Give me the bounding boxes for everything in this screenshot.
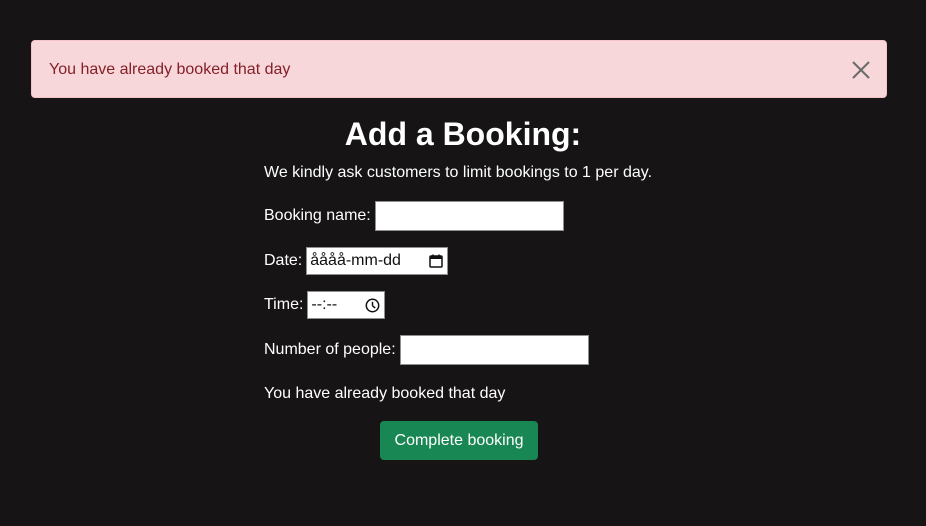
date-row: Date: åååå-mm-dd xyxy=(264,247,449,275)
booking-name-input[interactable] xyxy=(374,201,564,231)
people-row: Number of people: xyxy=(264,335,589,365)
booking-name-label: Booking name: xyxy=(264,207,371,224)
date-label: Date: xyxy=(264,252,303,269)
close-icon[interactable] xyxy=(850,59,872,81)
form-error-message: You have already booked that day xyxy=(264,385,506,402)
time-row: Time: --:-- xyxy=(264,291,386,319)
alert-message: You have already booked that day xyxy=(49,61,291,78)
error-alert: You have already booked that day xyxy=(31,40,887,98)
booking-notice: We kindly ask customers to limit booking… xyxy=(264,164,653,181)
people-label: Number of people: xyxy=(264,341,396,358)
time-input[interactable]: --:-- xyxy=(307,291,386,319)
booking-name-row: Booking name: xyxy=(264,201,564,231)
clock-icon[interactable] xyxy=(365,298,380,313)
complete-booking-button[interactable]: Complete booking xyxy=(380,421,538,460)
time-placeholder: --:-- xyxy=(311,296,338,313)
people-input[interactable] xyxy=(399,335,589,365)
date-input[interactable]: åååå-mm-dd xyxy=(306,247,449,275)
page-title: Add a Booking: xyxy=(344,116,582,152)
time-label: Time: xyxy=(264,296,304,313)
calendar-icon[interactable] xyxy=(429,254,443,268)
date-placeholder: åååå-mm-dd xyxy=(310,252,401,269)
